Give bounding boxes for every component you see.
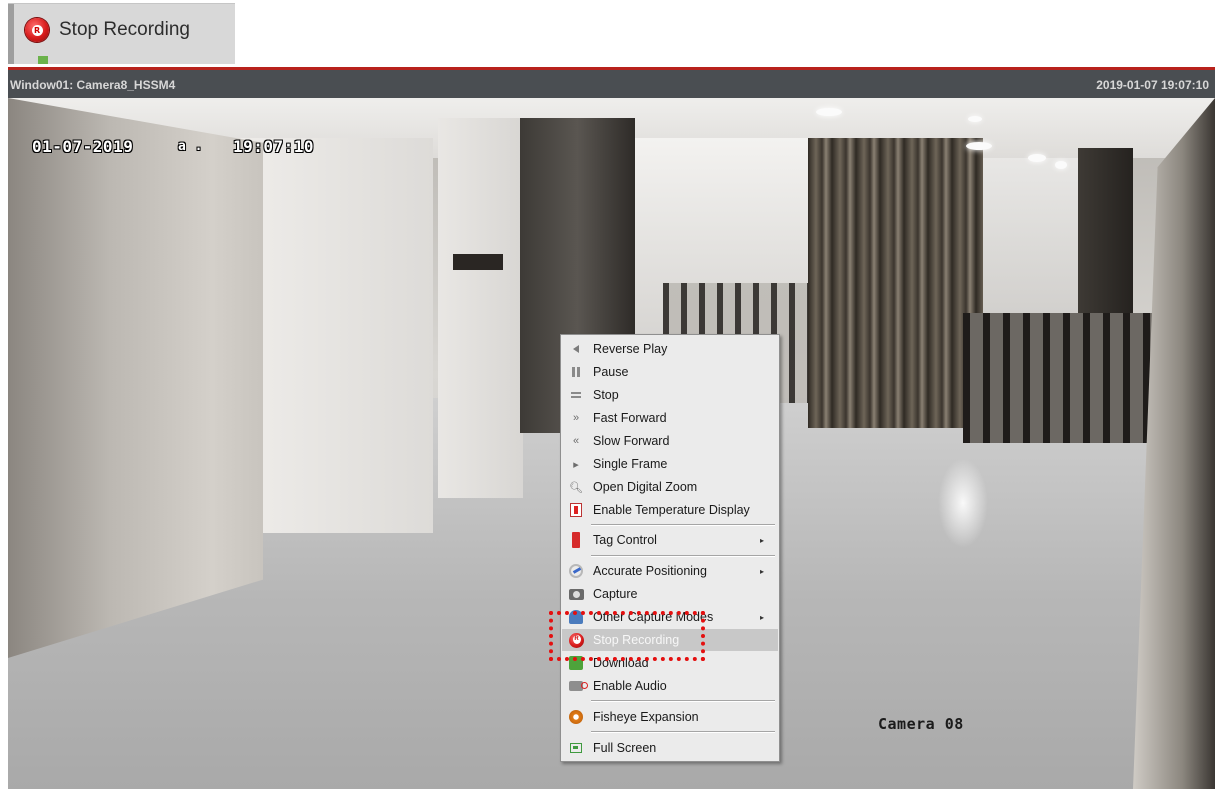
scene-center-wall <box>438 118 523 498</box>
submenu-arrow-icon: ▸ <box>760 535 765 545</box>
menu-item-label: Single Frame <box>593 457 668 471</box>
osd-separator: a . <box>178 139 203 154</box>
menu-item-stop[interactable]: Stop <box>562 384 778 406</box>
menu-separator <box>591 700 775 702</box>
menu-item-slow-forward[interactable]: « Slow Forward <box>562 430 778 452</box>
audio-icon <box>568 678 588 694</box>
menu-item-label: Slow Forward <box>593 434 670 448</box>
submenu-arrow-icon: ▸ <box>760 566 765 576</box>
window-timestamp: 2019-01-07 19:07:10 <box>1096 78 1209 92</box>
menu-item-pause[interactable]: Pause <box>562 361 778 383</box>
slow-forward-icon: « <box>572 435 580 447</box>
menu-item-label: Enable Temperature Display <box>593 503 750 517</box>
menu-item-label: Fast Forward <box>593 411 667 425</box>
scene-reflection <box>938 458 988 548</box>
zoom-icon: 🔍︎ <box>569 481 583 494</box>
fast-forward-icon: » <box>572 412 580 424</box>
reverse-play-icon <box>568 341 584 357</box>
scene-left-wall <box>8 98 263 658</box>
menu-item-capture[interactable]: Capture <box>562 583 778 605</box>
inset-stop-recording-item: R Stop Recording <box>25 18 190 42</box>
menu-item-fisheye-expansion[interactable]: Fisheye Expansion <box>562 706 778 728</box>
pause-icon <box>568 364 584 380</box>
menu-item-full-screen[interactable]: Full Screen <box>562 737 778 759</box>
menu-item-accurate-positioning[interactable]: Accurate Positioning ▸ <box>562 560 778 582</box>
menu-item-temperature[interactable]: Enable Temperature Display <box>562 499 778 521</box>
record-icon: R <box>25 18 49 42</box>
ceiling-light <box>966 142 992 150</box>
scene-left-panel <box>233 138 433 533</box>
menu-item-single-frame[interactable]: ▸ Single Frame <box>562 453 778 475</box>
osd-time: 19:07:10 <box>233 137 315 156</box>
menu-separator <box>591 731 775 733</box>
camera-icon <box>568 586 584 602</box>
scene-far-wall <box>968 158 1088 333</box>
inset-edge <box>8 4 14 64</box>
positioning-icon <box>568 563 584 579</box>
menu-item-digital-zoom[interactable]: 🔍︎ Open Digital Zoom <box>562 476 778 498</box>
ceiling-light <box>968 116 982 122</box>
inset-label: Stop Recording <box>59 19 190 40</box>
ceiling-light <box>816 108 842 116</box>
menu-item-label: Full Screen <box>593 741 657 755</box>
single-frame-icon: ▸ <box>573 458 579 471</box>
osd-camera-name: Camera 08 <box>878 715 964 733</box>
menu-item-label: Capture <box>593 587 638 601</box>
scene-curtain <box>808 138 983 428</box>
zoomed-inset: R Stop Recording <box>8 3 235 64</box>
window-title-bar: Window01: Camera8_HSSM4 2019-01-07 19:07… <box>8 67 1215 98</box>
fisheye-icon <box>568 709 584 725</box>
menu-item-label: Enable Audio <box>593 679 667 693</box>
menu-item-label: Fisheye Expansion <box>593 710 699 724</box>
menu-item-label: Open Digital Zoom <box>593 480 698 494</box>
menu-item-label: Reverse Play <box>593 342 668 356</box>
menu-item-tag-control[interactable]: Tag Control ▸ <box>562 529 778 551</box>
menu-separator <box>591 524 775 526</box>
context-menu: Reverse Play Pause Stop » Fast Forward «… <box>560 334 780 762</box>
ceiling-light <box>1028 154 1046 162</box>
menu-item-fast-forward[interactable]: » Fast Forward <box>562 407 778 429</box>
fullscreen-icon <box>568 740 584 756</box>
menu-item-enable-audio[interactable]: Enable Audio <box>562 675 778 697</box>
menu-separator <box>591 555 775 557</box>
stop-icon <box>568 387 584 403</box>
thermometer-icon <box>568 502 584 518</box>
menu-item-label: Tag Control <box>593 533 657 547</box>
annotation-highlight-box <box>549 611 705 661</box>
download-icon <box>38 56 48 64</box>
ceiling-light <box>1055 161 1067 169</box>
scene-stairs <box>963 313 1163 443</box>
menu-item-label: Pause <box>593 365 629 379</box>
window-title: Window01: Camera8_HSSM4 <box>10 78 176 92</box>
menu-item-reverse-play[interactable]: Reverse Play <box>562 338 778 360</box>
tag-icon <box>568 532 584 548</box>
submenu-arrow-icon: ▸ <box>760 612 765 622</box>
menu-item-label: Stop <box>593 388 619 402</box>
scene-sign <box>453 254 503 270</box>
osd-date: 01-07-2019 <box>32 137 134 156</box>
menu-item-label: Accurate Positioning <box>593 564 707 578</box>
